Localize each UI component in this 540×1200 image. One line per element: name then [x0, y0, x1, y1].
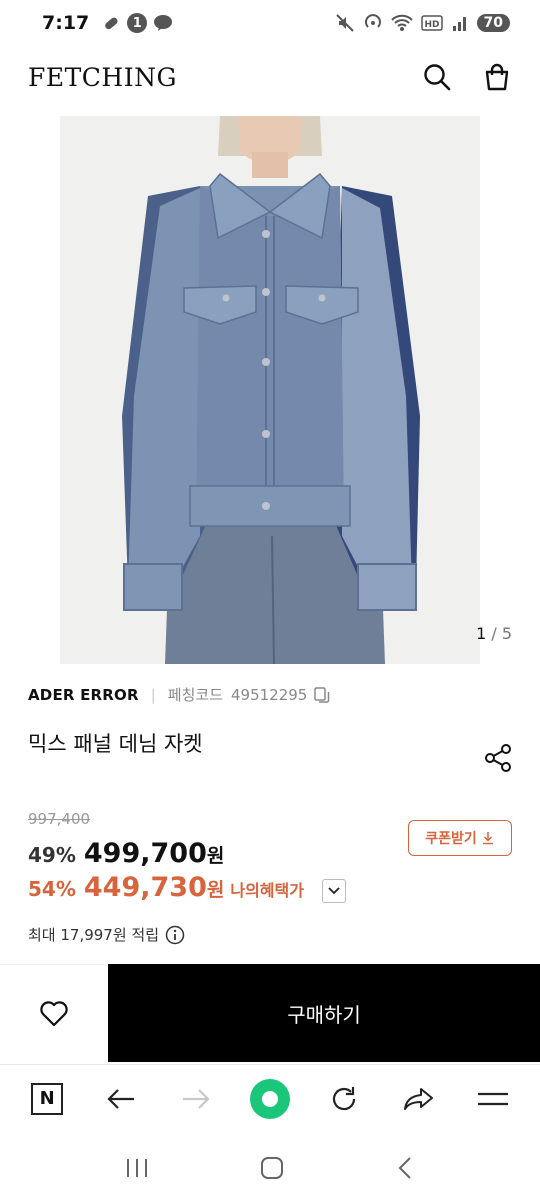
share-page-button[interactable]: [395, 1075, 443, 1123]
notification-count-badge: 1: [127, 13, 148, 33]
recent-apps-icon[interactable]: [124, 1156, 150, 1180]
signal-icon: [452, 17, 466, 31]
purchase-action-bar: 구매하기: [0, 964, 540, 1062]
benefit-currency-unit: 원: [206, 879, 225, 901]
mute-icon: [335, 14, 354, 32]
svg-text:HD: HD: [424, 20, 439, 30]
green-dot-button[interactable]: [246, 1075, 294, 1123]
forward-share-icon: [403, 1087, 433, 1110]
chevron-down-icon: [328, 887, 340, 895]
points-row: 최대 17,997원 적립: [28, 924, 185, 945]
share-icon[interactable]: [482, 742, 514, 774]
price-row: 49% 499,700 원: [28, 838, 224, 869]
refresh-button[interactable]: [320, 1075, 368, 1123]
fetching-logo[interactable]: FETCHING: [28, 63, 177, 92]
battery-level: 70: [476, 14, 510, 32]
get-coupon-label: 쿠폰받기: [425, 831, 477, 847]
system-back-icon[interactable]: [394, 1155, 416, 1181]
system-nav-bar: [0, 1136, 540, 1200]
home-icon[interactable]: [259, 1155, 285, 1181]
benefit-expand-button[interactable]: [322, 879, 346, 903]
image-counter-total: / 5: [486, 624, 512, 643]
my-benefit-label: 나의혜택가: [230, 881, 304, 900]
info-icon[interactable]: [165, 925, 185, 945]
forward-button[interactable]: [172, 1075, 220, 1123]
browser-toolbar: N: [0, 1064, 540, 1132]
download-icon: [482, 832, 493, 845]
currency-unit: 원: [206, 845, 225, 867]
naver-home-button[interactable]: N: [23, 1075, 71, 1123]
fetching-code-value: 49512295: [231, 685, 308, 704]
denim-jacket-photo: [60, 116, 480, 664]
image-counter: 1 / 5: [476, 624, 512, 643]
my-benefit-price-row: 54% 449,730 원 나의혜택가: [28, 872, 304, 903]
product-title: 믹스 패널 데님 자켓: [28, 732, 203, 756]
green-dot-icon: [249, 1078, 290, 1119]
copy-icon[interactable]: [313, 686, 331, 704]
get-coupon-button[interactable]: 쿠폰받기: [408, 820, 512, 856]
product-meta-row: ADER ERROR | 페칭코드 49512295: [28, 684, 331, 705]
refresh-icon: [333, 1086, 356, 1110]
image-counter-current: 1: [476, 624, 487, 643]
reward-points-text: 최대 17,997원 적립: [28, 926, 160, 944]
pill-icon: [105, 17, 118, 30]
hamburger-menu-icon: [477, 1092, 508, 1105]
sale-price: 499,700: [83, 838, 207, 869]
arrow-left-icon: [107, 1088, 135, 1109]
heart-icon: [40, 1000, 68, 1026]
benefit-price: 449,730: [83, 872, 207, 903]
wifi-icon: [390, 14, 413, 31]
wishlist-button[interactable]: [0, 964, 108, 1062]
arrow-right-icon: [182, 1088, 210, 1109]
menu-button[interactable]: [469, 1075, 517, 1123]
buy-now-button[interactable]: 구매하기: [108, 964, 540, 1062]
app-header: FETCHING: [0, 48, 540, 106]
benefit-discount-rate: 54%: [28, 877, 76, 901]
shopping-bag-icon[interactable]: [482, 62, 512, 92]
status-time: 7:17: [42, 12, 90, 34]
discount-rate: 49%: [28, 843, 76, 867]
brand-name-link[interactable]: ADER ERROR: [28, 686, 139, 704]
original-price: 997,400: [28, 810, 91, 828]
search-icon[interactable]: [422, 62, 452, 92]
status-bar: 7:17 1 HD 70: [0, 0, 540, 46]
kakaotalk-icon: [154, 15, 173, 31]
meta-divider: |: [150, 685, 156, 704]
hotspot-icon: [364, 14, 381, 28]
product-image[interactable]: [60, 116, 480, 664]
hd-voice-icon: HD: [420, 15, 443, 31]
naver-n-icon: N: [31, 1082, 64, 1115]
fetching-code-label: 페칭코드: [167, 686, 223, 704]
back-button[interactable]: [97, 1075, 145, 1123]
